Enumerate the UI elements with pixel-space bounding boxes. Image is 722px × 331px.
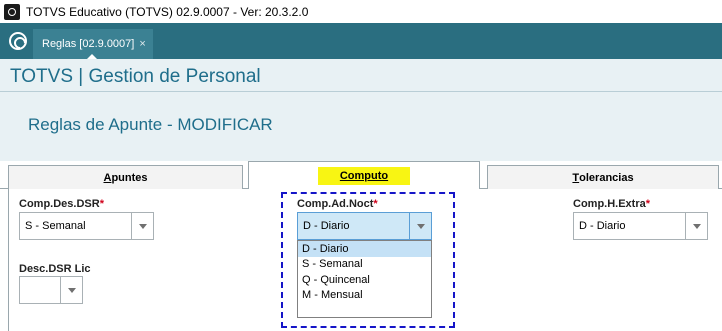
required-mark: * — [645, 198, 651, 210]
desc-dsr-lic-label-text: Desc.DSR Lic — [19, 263, 91, 275]
dropdown-option-quincenal[interactable]: Q - Quincenal — [298, 272, 431, 288]
comp-ad-noct-label: Comp.Ad.Noct* — [297, 198, 378, 210]
comp-des-dsr-select[interactable]: S - Semanal — [19, 212, 154, 240]
tab-computo[interactable]: Computo — [248, 161, 480, 190]
document-tab-reglas[interactable]: Reglas [02.9.0007] × — [33, 29, 153, 60]
chevron-down-icon[interactable] — [131, 213, 153, 239]
close-tab-icon[interactable]: × — [139, 38, 145, 50]
tab-apuntes[interactable]: Apuntes — [8, 165, 243, 189]
desc-dsr-lic-label: Desc.DSR Lic — [19, 263, 91, 275]
header-divider — [0, 91, 722, 92]
tab-tolerancias[interactable]: Tolerancias — [487, 165, 719, 189]
form-tabs: Apuntes Computo Tolerancias — [0, 161, 722, 190]
comp-h-extra-select[interactable]: D - Diario — [573, 212, 708, 240]
chevron-down-icon[interactable] — [685, 213, 707, 239]
app-icon — [4, 3, 20, 20]
tab-tolerancias-label: olerancias — [579, 171, 634, 184]
comp-ad-noct-label-text: Comp.Ad.Noct — [297, 198, 374, 210]
window-titlebar: TOTVS Educativo (TOTVS) 02.9.0007 - Ver:… — [0, 0, 722, 23]
comp-h-extra-label: Comp.H.Extra* — [573, 198, 650, 210]
app-title: TOTVS | Gestion de Personal — [10, 66, 261, 87]
page-header: TOTVS | Gestion de Personal Reglas de Ap… — [0, 59, 722, 161]
comp-h-extra-value: D - Diario — [579, 220, 626, 232]
comp-ad-noct-select[interactable]: D - Diario — [297, 212, 432, 240]
tab-computo-label: Computo — [317, 167, 411, 185]
chevron-down-icon[interactable] — [409, 213, 431, 239]
comp-ad-noct-value: D - Diario — [303, 220, 350, 232]
page-title: Reglas de Apunte - MODIFICAR — [28, 115, 273, 134]
document-tabbar: Reglas [02.9.0007] × — [0, 23, 722, 60]
tab-tolerancias-accel: T — [572, 171, 580, 184]
tab-apuntes-label: puntes — [111, 171, 148, 184]
dropdown-option-mensual[interactable]: M - Mensual — [298, 288, 431, 304]
dropdown-option-diario[interactable]: D - Diario — [298, 241, 431, 257]
window-title: TOTVS Educativo (TOTVS) 02.9.0007 - Ver:… — [26, 4, 309, 19]
tab-apuntes-accel: A — [103, 171, 112, 184]
comp-h-extra-label-text: Comp.H.Extra — [573, 198, 646, 210]
totvs-home-icon[interactable] — [9, 32, 27, 50]
chevron-down-icon[interactable] — [60, 277, 82, 303]
desc-dsr-lic-select[interactable] — [19, 276, 83, 304]
comp-des-dsr-label: Comp.Des.DSR* — [19, 198, 104, 210]
comp-des-dsr-value: S - Semanal — [25, 220, 86, 232]
dropdown-option-semanal[interactable]: S - Semanal — [298, 257, 431, 273]
required-mark: * — [373, 198, 378, 210]
comp-des-dsr-label-text: Comp.Des.DSR — [19, 198, 100, 210]
comp-ad-noct-dropdown: D - Diario S - Semanal Q - Quincenal M -… — [297, 240, 432, 318]
document-tab-label: Reglas [02.9.0007] — [42, 38, 135, 50]
required-mark: * — [99, 198, 104, 210]
